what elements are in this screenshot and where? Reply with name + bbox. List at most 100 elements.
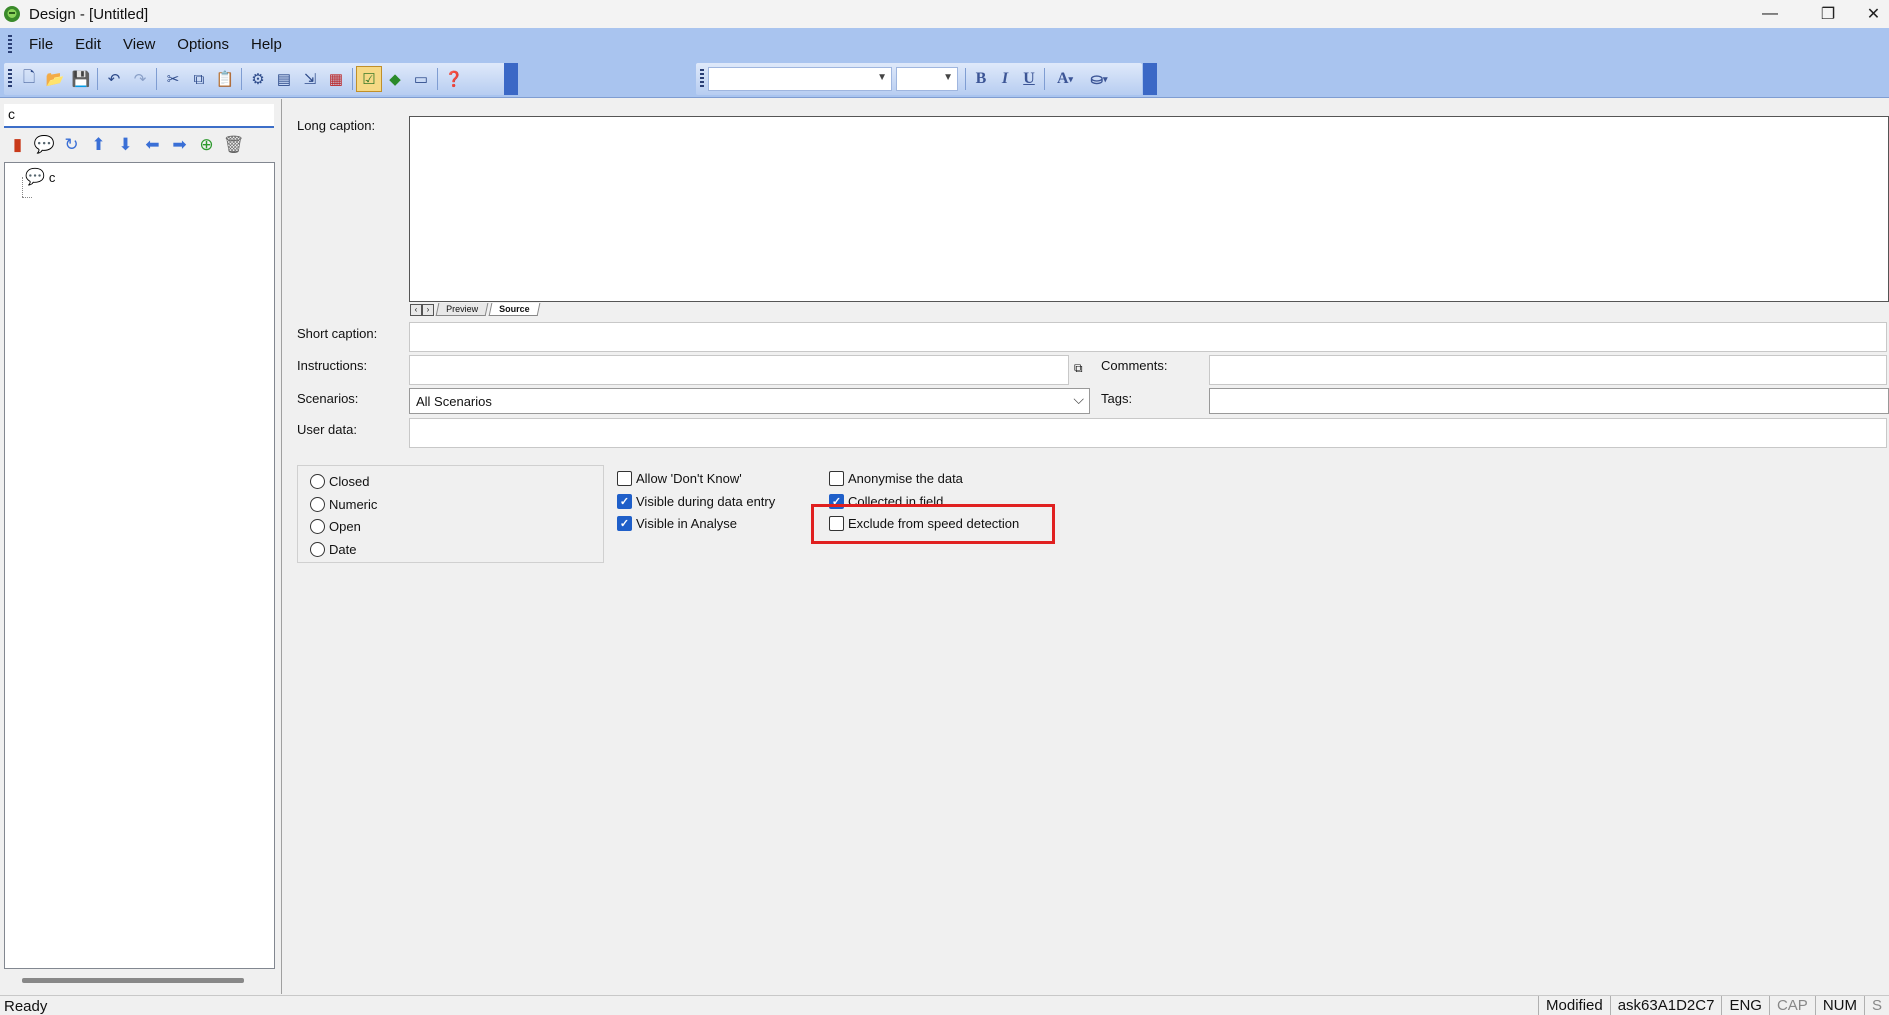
toolbar-overflow-button[interactable] xyxy=(504,63,518,95)
italic-button[interactable]: I xyxy=(993,67,1017,91)
underline-button[interactable]: U xyxy=(1017,67,1041,91)
arrow-right-icon[interactable]: ➡ xyxy=(166,133,193,157)
arrow-down-icon[interactable]: ⬇ xyxy=(112,133,139,157)
menu-options[interactable]: Options xyxy=(166,28,240,62)
scenarios-dropdown[interactable]: All Scenarios ⌵ xyxy=(409,388,1090,414)
caption-tabs: ‹ › Preview Source xyxy=(410,302,540,316)
toolbar-overflow-button[interactable] xyxy=(1143,63,1157,95)
status-text: Ready xyxy=(4,998,48,1015)
menu-edit[interactable]: Edit xyxy=(64,28,112,62)
bold-button[interactable]: B xyxy=(969,67,993,91)
validate-icon[interactable]: ☑ xyxy=(356,66,382,92)
tab-source[interactable]: Source xyxy=(488,303,540,316)
open-icon[interactable]: 📂 xyxy=(42,66,68,92)
paste-icon[interactable]: 📋 xyxy=(212,66,238,92)
comments-label: Comments: xyxy=(1101,358,1168,373)
search-input[interactable]: c xyxy=(4,104,274,128)
menu-bar: File Edit View Options Help xyxy=(0,28,293,62)
short-caption-field[interactable] xyxy=(409,322,1887,352)
tags-field[interactable] xyxy=(1209,388,1889,414)
new-icon[interactable]: 🗋 xyxy=(16,66,42,92)
font-name-combo[interactable]: ▼ xyxy=(708,67,892,91)
delete-icon[interactable]: 🗑 xyxy=(220,133,247,157)
redo-icon[interactable]: ↷ xyxy=(127,66,153,92)
type-option-label: Numeric xyxy=(329,497,378,512)
checkbox[interactable] xyxy=(829,471,844,486)
chevron-down-icon: ▼ xyxy=(943,72,953,83)
help-icon[interactable]: ❓ xyxy=(441,66,467,92)
visible-in-analyse-option[interactable]: ✓ Visible in Analyse xyxy=(617,516,737,531)
checkbox[interactable]: ✓ xyxy=(617,516,632,531)
import-icon[interactable]: ⇲ xyxy=(297,66,323,92)
toolbar-grip[interactable] xyxy=(700,69,704,89)
copy-icon[interactable]: ⧉ xyxy=(186,66,212,92)
radio-button[interactable] xyxy=(310,542,325,557)
font-color-button[interactable]: A ▾ xyxy=(1048,67,1082,91)
minimize-button[interactable]: — xyxy=(1742,0,1798,28)
tab-source-label: Source xyxy=(499,304,530,314)
exclude-speed-detection-option[interactable]: Exclude from speed detection xyxy=(829,516,1019,531)
horizontal-scrollbar[interactable] xyxy=(22,978,244,983)
checkbox[interactable]: ✓ xyxy=(617,494,632,509)
screen-icon[interactable]: ▭ xyxy=(408,66,434,92)
bookmark-icon[interactable]: ▮ xyxy=(4,133,31,157)
question-icon[interactable]: 💬 xyxy=(31,133,58,157)
tab-preview[interactable]: Preview xyxy=(435,303,489,316)
checkbox[interactable] xyxy=(617,471,632,486)
anonymise-data-option[interactable]: Anonymise the data xyxy=(829,471,963,486)
comments-field[interactable] xyxy=(1209,355,1887,385)
save-icon[interactable]: 💾 xyxy=(68,66,94,92)
toolbar-grip[interactable] xyxy=(8,69,12,89)
radio-button[interactable] xyxy=(310,474,325,489)
expand-icon[interactable]: ⧉ xyxy=(1074,361,1083,376)
page-icon[interactable]: ▤ xyxy=(271,66,297,92)
fill-color-button[interactable]: ⛀ ▾ xyxy=(1082,67,1116,91)
restore-button[interactable]: ❐ xyxy=(1800,0,1856,28)
checkbox[interactable]: ✓ xyxy=(829,494,844,509)
undo-icon[interactable]: ↶ xyxy=(101,66,127,92)
instructions-field[interactable] xyxy=(409,355,1069,385)
long-caption-editor[interactable] xyxy=(409,116,1889,302)
tree-connector xyxy=(22,197,32,198)
tab-prev-button[interactable]: ‹ xyxy=(410,304,422,316)
font-size-combo[interactable]: ▼ xyxy=(896,67,958,91)
separator xyxy=(352,68,353,90)
question-icon: 💬 xyxy=(25,169,45,186)
radio-button[interactable] xyxy=(310,497,325,512)
menu-grip[interactable] xyxy=(8,35,12,55)
checkbox[interactable] xyxy=(829,516,844,531)
scroll-lock-indicator: S xyxy=(1863,996,1889,1015)
table-icon[interactable]: ▦ xyxy=(323,66,349,92)
menu-help[interactable]: Help xyxy=(240,28,293,62)
tree-item[interactable]: 💬 c xyxy=(25,167,55,187)
type-option-numeric[interactable]: Numeric xyxy=(310,497,377,512)
add-icon[interactable]: ⊕ xyxy=(193,133,220,157)
collected-in-field-option[interactable]: ✓ Collected in field xyxy=(829,494,943,509)
type-option-date[interactable]: Date xyxy=(310,542,356,557)
question-type-group: Closed Numeric Open Date xyxy=(297,465,604,563)
arrow-left-icon[interactable]: ⬅ xyxy=(139,133,166,157)
user-data-label: User data: xyxy=(297,422,357,437)
user-data-field[interactable] xyxy=(409,418,1887,448)
type-option-closed[interactable]: Closed xyxy=(310,474,369,489)
loop-icon[interactable]: ↻ xyxy=(58,133,85,157)
type-option-open[interactable]: Open xyxy=(310,519,361,534)
tree-connector xyxy=(22,177,23,197)
menu-file[interactable]: File xyxy=(18,28,64,62)
tab-preview-label: Preview xyxy=(446,304,479,314)
main-toolbar: 🗋 📂 💾 ↶ ↷ ✂ ⧉ 📋 ⚙ ▤ ⇲ ▦ ☑ ◆ ▭ ❓ xyxy=(4,63,516,95)
settings-icon[interactable]: ⚙ xyxy=(245,66,271,92)
menu-view[interactable]: View xyxy=(112,28,166,62)
tab-next-button[interactable]: › xyxy=(422,304,434,316)
tree-toolbar: ▮ 💬 ↻ ⬆ ⬇ ⬅ ➡ ⊕ 🗑 xyxy=(4,132,247,158)
tree-item-label: c xyxy=(48,169,56,185)
radio-button[interactable] xyxy=(310,519,325,534)
allow-dont-know-option[interactable]: Allow 'Don't Know' xyxy=(617,471,742,486)
cut-icon[interactable]: ✂ xyxy=(160,66,186,92)
run-icon[interactable]: ◆ xyxy=(382,66,408,92)
close-button[interactable]: ✕ xyxy=(1858,0,1889,28)
visible-data-entry-option[interactable]: ✓ Visible during data entry xyxy=(617,494,775,509)
type-option-label: Date xyxy=(329,542,357,557)
question-tree[interactable]: 💬 c xyxy=(4,162,275,969)
arrow-up-icon[interactable]: ⬆ xyxy=(85,133,112,157)
